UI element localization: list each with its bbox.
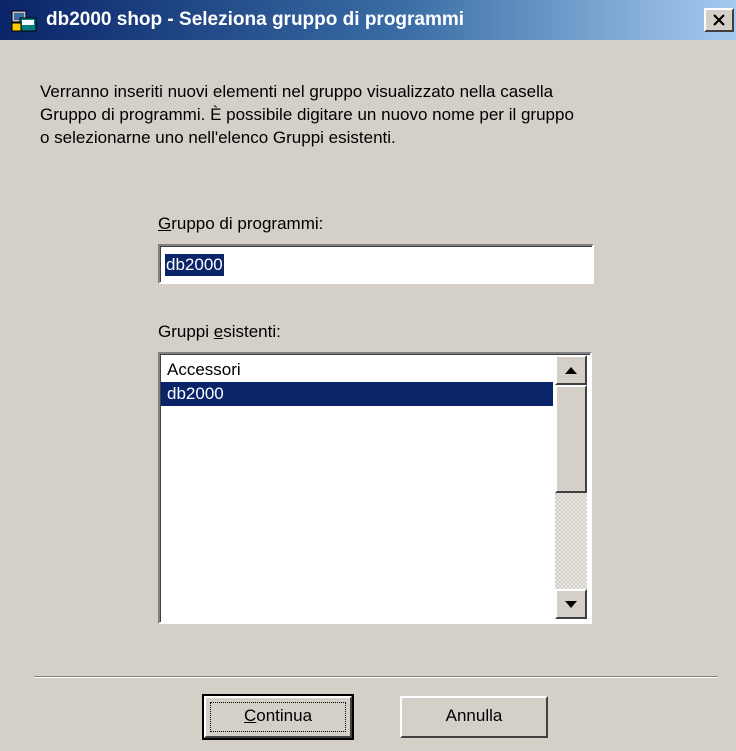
list-item-db2000[interactable]: db2000	[161, 382, 553, 406]
arrow-down-icon	[565, 601, 577, 608]
existing-groups-label-mnemonic: e	[213, 322, 224, 341]
window-title: db2000 shop - Seleziona gruppo di progra…	[46, 9, 465, 30]
close-button[interactable]	[704, 8, 734, 32]
program-group-label: Gruppo di programmi:	[158, 214, 323, 234]
existing-groups-list[interactable]: Accessori db2000	[158, 352, 592, 624]
arrow-up-icon	[565, 367, 577, 374]
close-icon	[713, 14, 725, 26]
program-group-label-rest: ruppo di programmi:	[171, 214, 324, 233]
list-item-accessori[interactable]: Accessori	[161, 358, 553, 382]
setup-program-icon	[11, 10, 37, 32]
existing-groups-label-before: Gruppi	[158, 322, 214, 341]
program-group-label-mnemonic: G	[158, 214, 172, 233]
scroll-up-button[interactable]	[555, 355, 587, 385]
scroll-thumb[interactable]	[555, 385, 587, 493]
cancel-button[interactable]: Annulla	[400, 696, 548, 738]
existing-groups-label-after: sistenti:	[223, 322, 281, 341]
existing-groups-label: Gruppi esistenti:	[158, 322, 281, 342]
separator-line	[34, 676, 718, 678]
title-bar[interactable]: db2000 shop - Seleziona gruppo di progra…	[0, 0, 736, 40]
program-group-value: db2000	[165, 254, 224, 276]
program-group-input[interactable]: db2000	[157, 243, 595, 285]
continue-button[interactable]: Continua	[202, 694, 354, 740]
scroll-down-button[interactable]	[555, 589, 587, 619]
setup-dialog: db2000 shop - Seleziona gruppo di progra…	[0, 0, 736, 751]
instructions-text: Verranno inseriti nuovi elementi nel gru…	[40, 82, 574, 147]
vertical-scrollbar[interactable]	[555, 355, 587, 619]
